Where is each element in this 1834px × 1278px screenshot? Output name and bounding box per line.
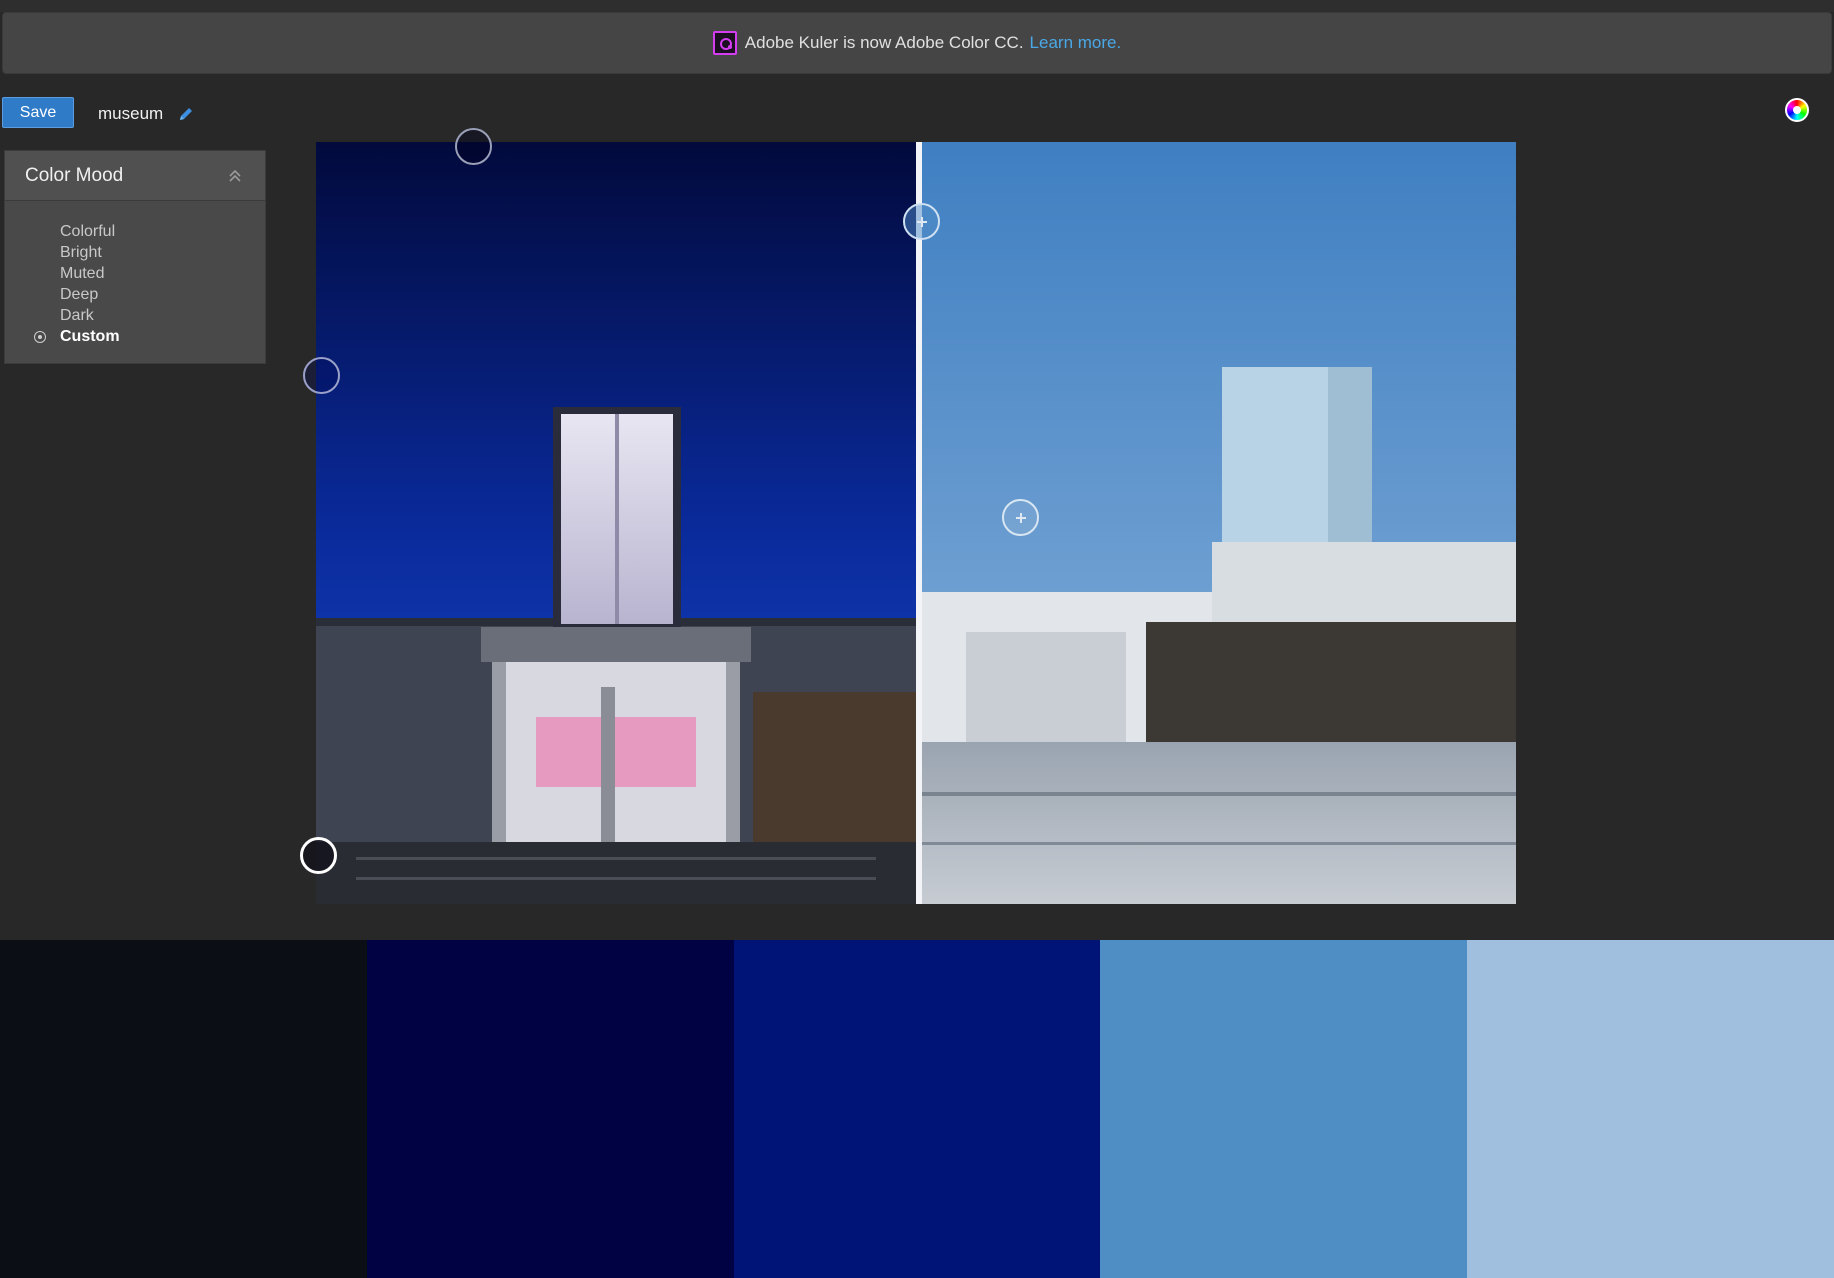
mood-option-colorful[interactable]: Colorful xyxy=(5,221,265,242)
mood-option-custom[interactable]: Custom xyxy=(5,326,265,347)
color-mood-header[interactable]: Color Mood xyxy=(5,151,265,201)
color-mood-panel: Color Mood Colorful Bright Muted Deep Da… xyxy=(4,150,266,364)
color-wheel-icon[interactable] xyxy=(1785,98,1809,122)
color-picker-handle[interactable] xyxy=(303,357,340,394)
mood-option-muted[interactable]: Muted xyxy=(5,263,265,284)
mood-option-label: Bright xyxy=(60,244,102,261)
palette-swatch-5[interactable] xyxy=(1467,940,1834,1278)
banner-message: Adobe Kuler is now Adobe Color CC. xyxy=(744,33,1024,52)
color-picker-handle[interactable] xyxy=(1002,499,1039,536)
announcement-banner: Adobe Kuler is now Adobe Color CC. Learn… xyxy=(2,12,1832,74)
source-photo[interactable] xyxy=(316,142,1516,904)
color-picker-handle[interactable] xyxy=(300,837,337,874)
mood-option-label: Custom xyxy=(60,328,120,345)
adobe-color-icon xyxy=(712,31,737,55)
palette-swatches xyxy=(0,940,1834,1278)
color-picker-handle[interactable] xyxy=(455,128,492,165)
palette-swatch-1[interactable] xyxy=(0,940,367,1278)
museum-photo-illustration xyxy=(316,142,1516,904)
mood-option-deep[interactable]: Deep xyxy=(5,284,265,305)
pencil-icon[interactable] xyxy=(176,104,196,124)
learn-more-link[interactable]: Learn more. xyxy=(1030,33,1122,53)
palette-swatch-4[interactable] xyxy=(1100,940,1468,1278)
mood-option-bright[interactable]: Bright xyxy=(5,242,265,263)
mood-option-label: Colorful xyxy=(60,223,116,240)
theme-name[interactable]: museum xyxy=(98,104,163,124)
palette-swatch-3[interactable] xyxy=(733,940,1101,1278)
radio-selected-icon xyxy=(34,331,46,343)
color-picker-handle[interactable] xyxy=(903,203,940,240)
top-strip xyxy=(0,0,1834,12)
crosshair-icon xyxy=(916,216,927,227)
mood-option-label: Muted xyxy=(60,265,105,282)
mood-option-label: Deep xyxy=(60,286,99,303)
mood-option-dark[interactable]: Dark xyxy=(5,305,265,326)
color-mood-list: Colorful Bright Muted Deep Dark Custom xyxy=(5,201,265,347)
color-mood-title: Color Mood xyxy=(25,164,124,186)
double-chevron-up-icon[interactable] xyxy=(225,166,245,186)
save-button[interactable]: Save xyxy=(2,97,74,128)
crosshair-icon xyxy=(1015,512,1026,523)
palette-swatch-2[interactable] xyxy=(366,940,734,1278)
mood-option-label: Dark xyxy=(60,307,94,324)
